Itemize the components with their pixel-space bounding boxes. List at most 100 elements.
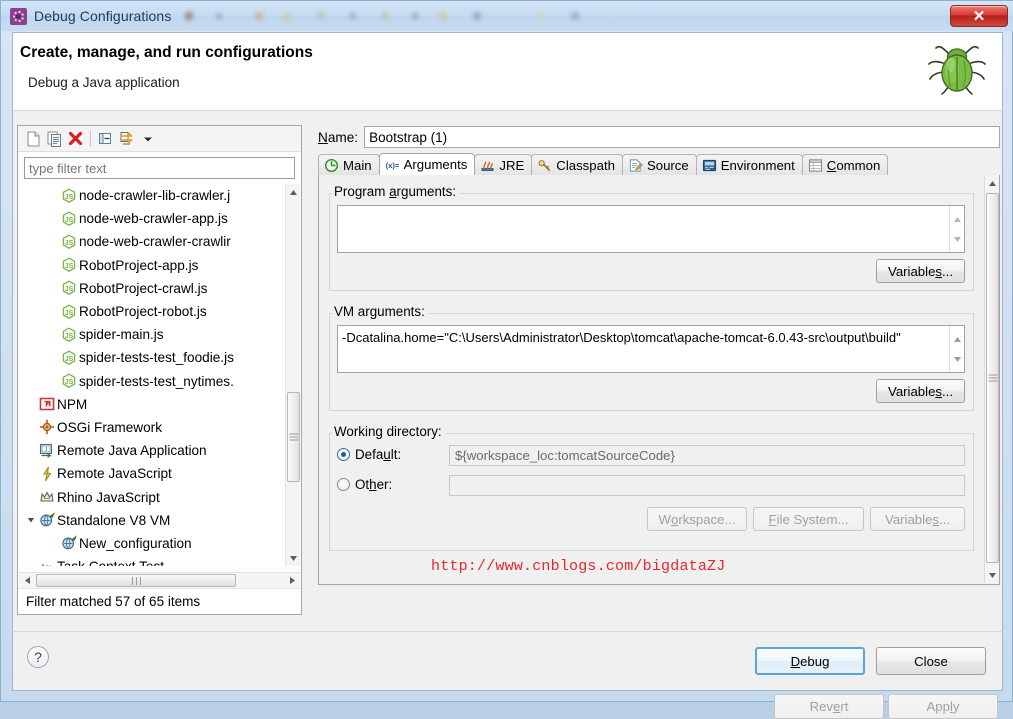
js-file-icon: JS — [59, 303, 79, 320]
working-dir-default-label: Default: — [355, 447, 402, 462]
scroll-down-icon[interactable] — [953, 230, 962, 248]
program-arguments-variables-button[interactable]: Variable s... — [876, 259, 965, 283]
dialog-button-bar: ? Debug Close — [12, 631, 1003, 691]
tab-common[interactable]: Common — [801, 154, 889, 175]
scroll-down-icon[interactable] — [286, 550, 301, 566]
tab-source[interactable]: Source — [621, 154, 697, 175]
program-arguments-scrollbar[interactable] — [949, 206, 964, 252]
tree-hscrollbar-thumb[interactable] — [36, 574, 236, 587]
new-configuration-icon[interactable] — [23, 129, 44, 149]
tree-item[interactable]: JS RobotProject-app.js — [19, 254, 287, 277]
collapse-all-icon[interactable] — [95, 129, 116, 149]
tree-item[interactable]: OSGi Framework — [19, 416, 287, 439]
vm-arguments-value: -Dcatalina.home="C:\Users\Administrator\… — [342, 330, 901, 345]
vm-arguments-scrollbar[interactable] — [949, 326, 964, 372]
tree-item-label: node-web-crawler-app.js — [79, 211, 228, 227]
tab-label: Main — [343, 157, 372, 173]
svg-text:JS: JS — [65, 286, 74, 293]
window-titlebar: Debug Configurations ✕ — [1, 1, 1013, 31]
scroll-down-icon[interactable] — [985, 567, 1000, 583]
tree-item[interactable]: JS node-web-crawler-crawlir — [19, 230, 287, 253]
osgi-icon — [37, 419, 57, 435]
tab-arguments[interactable]: (x)= Arguments — [378, 153, 476, 175]
tree-horizontal-scrollbar[interactable] — [19, 572, 300, 588]
tree-item[interactable]: JS RobotProject-crawl.js — [19, 277, 287, 300]
tree-vertical-scrollbar[interactable] — [285, 184, 300, 566]
search-input[interactable] — [24, 157, 295, 179]
duplicate-configuration-icon[interactable] — [44, 129, 65, 149]
junit-icon: JU — [37, 559, 57, 566]
working-dir-other-radio-row[interactable]: Other: — [337, 477, 392, 492]
remote-javascript-icon — [37, 466, 57, 482]
scroll-up-icon[interactable] — [286, 184, 301, 200]
tree-item[interactable]: Remote JavaScript — [19, 462, 287, 485]
delete-configuration-icon[interactable] — [65, 129, 86, 149]
tab-environment[interactable]: Environment — [695, 154, 803, 175]
scroll-right-icon[interactable] — [284, 573, 300, 587]
tree-toolbar — [18, 126, 301, 152]
tree-item-label: RobotProject-app.js — [79, 257, 199, 273]
revert-button[interactable]: Rev e rt — [774, 694, 884, 719]
tab-classpath[interactable]: Classpath — [531, 154, 623, 175]
configuration-name-input[interactable] — [364, 126, 1000, 148]
scroll-up-icon[interactable] — [953, 330, 962, 348]
tree-item[interactable]: New_configuration — [19, 532, 287, 555]
scroll-up-icon[interactable] — [985, 175, 1000, 191]
help-icon[interactable]: ? — [27, 646, 49, 668]
watermark-url: http://www.cnblogs.com/bigdataZJ — [431, 558, 726, 575]
content-scrollbar-thumb[interactable] — [986, 193, 999, 563]
tree-item[interactable]: JS node-crawler-lib-crawler.j — [19, 184, 287, 207]
working-dir-other-input[interactable] — [449, 475, 965, 496]
filter-launch-configurations-icon[interactable] — [116, 129, 137, 149]
working-dir-default-radio[interactable] — [337, 448, 350, 461]
tab-jre[interactable]: JRE — [474, 154, 533, 175]
file-system-button[interactable]: File System... — [753, 507, 864, 531]
scroll-down-icon[interactable] — [953, 350, 962, 368]
arguments-tab-content: Program arguments: Variable s ... VM arg… — [318, 175, 1000, 585]
tree-item[interactable]: JS spider-main.js — [19, 323, 287, 346]
vm-arguments-group: VM arguments: -Dcatalina.home="C:\Users\… — [329, 304, 974, 411]
vm-arguments-textarea[interactable]: -Dcatalina.home="C:\Users\Administrator\… — [337, 325, 965, 373]
tree-item[interactable]: JS RobotProject-robot.js — [19, 300, 287, 323]
rhino-icon — [37, 489, 57, 505]
js-file-icon: JS — [59, 327, 79, 343]
npm-icon — [37, 396, 57, 412]
working-dir-other-radio[interactable] — [337, 478, 350, 491]
js-file-icon: JS — [59, 234, 79, 250]
tree-scrollbar-thumb[interactable] — [287, 392, 300, 482]
workspace-button[interactable]: Wo rkspace... — [647, 507, 747, 531]
tree-item[interactable]: JS spider-tests-test_foodie.js — [19, 346, 287, 369]
tree-item[interactable]: Standalone V8 VM — [19, 509, 287, 532]
scroll-up-icon[interactable] — [953, 210, 962, 228]
js-file-icon: JS — [59, 373, 79, 389]
working-dir-default-radio-row[interactable]: Default: — [337, 447, 401, 462]
debug-button[interactable]: Debug — [755, 647, 865, 675]
program-arguments-textarea[interactable] — [337, 205, 965, 253]
js-file-icon: JS — [59, 350, 79, 366]
apply-button[interactable]: App l y — [888, 694, 998, 719]
working-dir-variables-button[interactable]: Variable s... — [870, 507, 965, 531]
scroll-left-icon[interactable] — [19, 573, 35, 587]
window-close-button[interactable]: ✕ — [950, 5, 1008, 27]
tree-item-label: spider-tests-test_nytimes. — [79, 373, 234, 389]
tree-item[interactable]: JUTask Context Test — [19, 555, 287, 566]
working-directory-label: Working directory: — [332, 424, 446, 439]
arguments-form: Program arguments: Variable s ... VM arg… — [319, 175, 985, 583]
tree-item[interactable]: NPM — [19, 393, 287, 416]
tree-item-label: OSGi Framework — [57, 419, 162, 435]
tree-item[interactable]: JS node-web-crawler-app.js — [19, 207, 287, 230]
content-vertical-scrollbar[interactable] — [984, 175, 999, 583]
tab-main[interactable]: Main — [318, 154, 380, 175]
js-file-icon: JS — [59, 211, 79, 227]
chevron-down-icon[interactable] — [137, 129, 158, 149]
launch-configuration-tree[interactable]: JS node-crawler-lib-crawler.j JS node-web-c… — [19, 184, 287, 566]
close-button[interactable]: Close — [876, 647, 986, 675]
twisty-expanded-icon[interactable] — [25, 516, 37, 524]
page-subtitle: Debug a Java application — [28, 75, 180, 90]
vm-arguments-variables-button[interactable]: Variable s... — [876, 379, 965, 403]
tree-item[interactable]: Rhino JavaScript — [19, 485, 287, 508]
configuration-tabs: Main (x)= Arguments JRE Classpath Source Envir… — [318, 153, 1000, 176]
svg-text:J: J — [40, 563, 45, 566]
tree-item[interactable]: JS spider-tests-test_nytimes. — [19, 370, 287, 393]
tree-item[interactable]: J Remote Java Application — [19, 439, 287, 462]
